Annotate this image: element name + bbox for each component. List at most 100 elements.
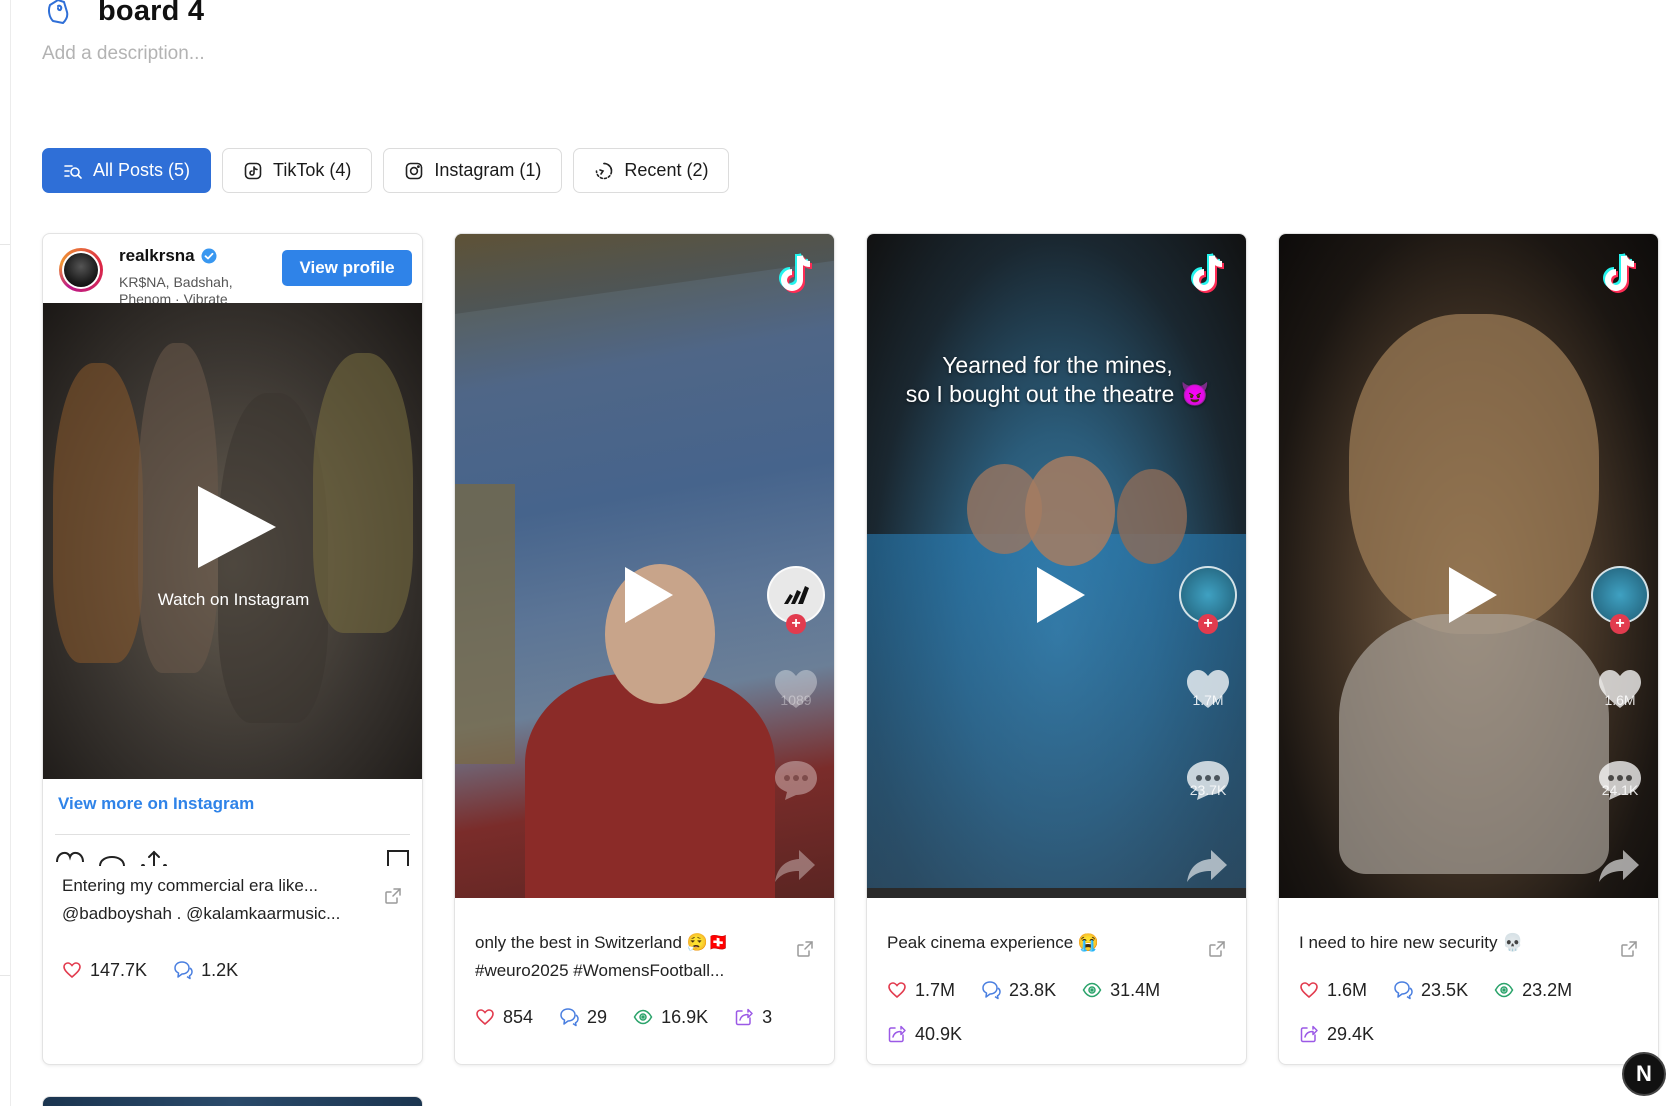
face-shape <box>1025 456 1115 566</box>
share-icon <box>735 1008 753 1026</box>
verified-badge-icon <box>201 248 217 264</box>
instagram-icon <box>406 162 423 179</box>
shares-stat: 29.4K <box>1299 1023 1374 1045</box>
play-icon[interactable] <box>1449 567 1497 623</box>
share-icon[interactable] <box>139 848 169 866</box>
overlay-likes-count: 1.7M <box>1192 692 1224 708</box>
tab-recent[interactable]: Recent (2) <box>573 148 730 193</box>
comment-bubble-icon[interactable] <box>773 759 819 801</box>
wall-shape <box>455 484 515 764</box>
bookmark-icon[interactable] <box>386 848 410 866</box>
external-link-icon[interactable] <box>1208 940 1226 958</box>
board-title[interactable]: board 4 <box>98 0 204 28</box>
shares-count: 40.9K <box>915 1023 963 1044</box>
tab-tiktok[interactable]: TikTok (4) <box>222 148 373 193</box>
external-link-icon[interactable] <box>1620 940 1638 958</box>
figure-shape <box>1339 614 1609 874</box>
views-count: 16.9K <box>661 1006 709 1027</box>
post-card-tiktok[interactable]: + 1.6M 24.1K I need to hire new security… <box>1278 233 1659 1065</box>
likes-count: 1.7M <box>915 979 956 1000</box>
play-icon[interactable] <box>1037 567 1085 623</box>
heart-icon <box>63 962 81 979</box>
likes-count: 1.6M <box>1327 979 1368 1000</box>
instagram-video-thumbnail[interactable]: Watch on Instagram <box>43 303 422 779</box>
heart-icon <box>476 1009 494 1026</box>
view-more-instagram-link[interactable]: View more on Instagram <box>58 794 254 814</box>
sidebar-edge <box>10 0 11 1106</box>
tiktok-video-thumbnail[interactable]: + 1.6M 24.1K <box>1279 234 1658 898</box>
avatar[interactable] <box>59 248 103 292</box>
list-search-icon <box>64 164 82 179</box>
tab-all-posts[interactable]: All Posts (5) <box>42 148 212 193</box>
external-link-icon[interactable] <box>384 887 402 905</box>
tiktok-logo-icon <box>1191 253 1225 293</box>
play-icon[interactable] <box>198 486 276 568</box>
heart-icon <box>1300 982 1318 999</box>
comments-count: 29 <box>587 1006 608 1027</box>
shares-count: 29.4K <box>1327 1023 1375 1044</box>
shares-stat: 3 <box>734 1006 772 1028</box>
watch-on-instagram-link[interactable]: Watch on Instagram <box>43 590 422 610</box>
follow-plus-icon[interactable]: + <box>1198 614 1218 634</box>
tiktok-video-thumbnail[interactable]: + 1089 <box>455 234 834 898</box>
divider <box>55 834 410 835</box>
comment-icon[interactable] <box>97 848 127 866</box>
share-icon <box>1300 1025 1318 1043</box>
post-caption: Entering my commercial era like... @badb… <box>62 872 340 928</box>
post-caption: I need to hire new security 💀 <box>1299 929 1523 957</box>
sidebar-divider <box>0 975 10 976</box>
face-shape <box>1117 469 1187 564</box>
post-card-instagram[interactable]: realkrsna KR$NA, Badshah, Phenom · Vibra… <box>42 233 423 1065</box>
overlay-comments-count: 24.1K <box>1601 782 1639 798</box>
external-link-icon[interactable] <box>796 940 814 958</box>
comment-icon <box>1394 981 1413 1000</box>
heart-outline-icon[interactable] <box>55 848 85 866</box>
tiktok-video-thumbnail[interactable]: Yearned for the mines, so I bought out t… <box>867 234 1246 898</box>
nextjs-badge[interactable]: N <box>1622 1052 1666 1096</box>
shares-count: 3 <box>762 1006 773 1027</box>
board-header: board 4 <box>42 0 204 28</box>
likes-stat: 147.7K <box>62 959 147 981</box>
tiktok-icon <box>244 162 262 179</box>
views-count: 31.4M <box>1110 979 1161 1000</box>
post-card-tiktok[interactable]: Yearned for the mines, so I bought out t… <box>866 233 1247 1065</box>
comments-count: 1.2K <box>201 959 239 980</box>
comment-icon <box>174 961 193 980</box>
tab-label: Recent (2) <box>624 160 709 180</box>
caption-line: Entering my commercial era like... <box>62 876 319 895</box>
share-arrow-icon[interactable] <box>1185 848 1229 884</box>
post-card-partial[interactable] <box>42 1096 423 1106</box>
player-figure <box>525 674 775 898</box>
comments-stat: 23.8K <box>981 979 1056 1001</box>
caption-line: @badboyshah . @kalamkaarmusic... <box>62 904 341 923</box>
overlay-likes-count: 1089 <box>780 692 812 708</box>
comments-count: 23.8K <box>1009 979 1057 1000</box>
eye-icon <box>1082 982 1102 998</box>
filter-tabs: All Posts (5) TikTok (4) Instagram (1) R… <box>42 148 730 193</box>
comment-icon <box>982 981 1001 1000</box>
likes-count: 854 <box>503 1006 534 1027</box>
description-input[interactable]: Add a description... <box>42 43 205 65</box>
caption-line: only the best in Switzerland 😮‍💨🇨🇭 <box>475 933 730 952</box>
eye-icon <box>633 1009 653 1025</box>
username-text: realkrsna <box>119 246 195 265</box>
play-icon[interactable] <box>625 567 673 623</box>
heart-icon <box>888 982 906 999</box>
instagram-username[interactable]: realkrsna <box>119 246 217 266</box>
shares-stat: 40.9K <box>887 1023 962 1045</box>
likes-stat: 854 <box>475 1006 533 1028</box>
follow-plus-icon[interactable]: + <box>1610 614 1630 634</box>
post-card-tiktok[interactable]: + 1089 only the best in Switzerland 😮‍💨🇨… <box>454 233 835 1065</box>
recent-icon <box>596 162 613 179</box>
share-arrow-icon[interactable] <box>1597 848 1641 884</box>
likes-count: 147.7K <box>90 959 148 980</box>
share-arrow-icon[interactable] <box>773 848 817 884</box>
tab-instagram[interactable]: Instagram (1) <box>383 148 563 193</box>
share-icon <box>888 1025 906 1043</box>
view-profile-button[interactable]: View profile <box>282 250 412 286</box>
likes-stat: 1.7M <box>887 979 955 1001</box>
post-caption: only the best in Switzerland 😮‍💨🇨🇭 #weur… <box>475 929 729 985</box>
follow-plus-icon[interactable]: + <box>786 614 806 634</box>
board-icon[interactable] <box>42 0 76 28</box>
eye-icon <box>1494 982 1514 998</box>
